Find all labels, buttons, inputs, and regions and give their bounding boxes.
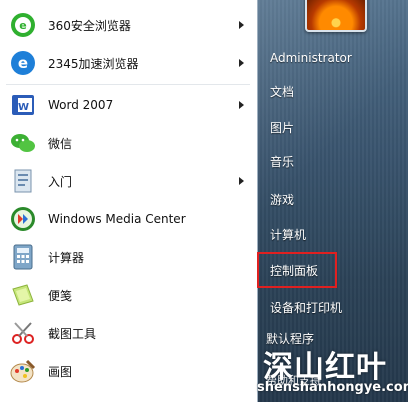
program-label: 360安全浏览器 [48, 18, 131, 33]
svg-text:e: e [19, 19, 26, 32]
places-computer[interactable]: 计算机 [266, 222, 400, 248]
program-2345-browser[interactable]: e 2345加速浏览器 [4, 45, 252, 81]
program-wechat[interactable]: 微信 [4, 125, 252, 161]
svg-text:W: W [18, 102, 29, 113]
media-center-icon [8, 204, 38, 234]
svg-text:e: e [18, 54, 28, 72]
user-avatar[interactable] [305, 0, 367, 32]
program-label: 入门 [48, 174, 73, 189]
program-getting-started[interactable]: 入门 [4, 163, 252, 199]
getting-started-icon [8, 166, 38, 196]
watermark-url: shenshanhongye.com [257, 380, 408, 395]
paint-icon [8, 356, 38, 386]
2345-browser-icon: e [8, 48, 38, 78]
start-menu-programs-pane: e 360安全浏览器 e 2345加速浏览器 W Word 2007 微信 入门 [0, 0, 258, 402]
program-label: 微信 [48, 136, 73, 151]
places-devices-and-printers[interactable]: 设备和打印机 [266, 295, 400, 321]
submenu-arrow-icon [239, 59, 244, 67]
calculator-icon [8, 242, 38, 272]
snipping-tool-icon [8, 318, 38, 348]
program-label: 计算器 [48, 250, 85, 265]
program-calculator[interactable]: 计算器 [4, 239, 252, 275]
program-paint[interactable]: 画图 [4, 353, 252, 389]
program-label: 便笺 [48, 288, 73, 303]
program-sticky-notes[interactable]: 便笺 [4, 277, 252, 313]
separator [6, 84, 250, 85]
360-browser-icon: e [8, 10, 38, 40]
program-label: Word 2007 [48, 98, 114, 112]
program-360-browser[interactable]: e 360安全浏览器 [4, 7, 252, 43]
program-label: 画图 [48, 364, 73, 379]
places-documents[interactable]: 文档 [266, 79, 400, 105]
program-snipping-tool[interactable]: 截图工具 [4, 315, 252, 351]
program-label: Windows Media Center [48, 212, 186, 226]
word-icon: W [8, 90, 38, 120]
submenu-arrow-icon [239, 21, 244, 29]
places-music[interactable]: 音乐 [266, 149, 400, 175]
submenu-arrow-icon [239, 101, 244, 109]
sticky-notes-icon [8, 280, 38, 310]
program-label: 截图工具 [48, 326, 97, 341]
program-label: 2345加速浏览器 [48, 56, 139, 71]
places-games[interactable]: 游戏 [266, 187, 400, 213]
wechat-icon [8, 128, 38, 158]
submenu-arrow-icon [239, 177, 244, 185]
program-word-2007[interactable]: W Word 2007 [4, 87, 252, 123]
places-pictures[interactable]: 图片 [266, 115, 400, 141]
user-name-link[interactable]: Administrator [266, 45, 400, 71]
watermark: 深山红叶 shenshanhongye.com [255, 340, 408, 402]
control-panel-highlight-box [257, 252, 337, 288]
program-windows-media-center[interactable]: Windows Media Center [4, 201, 252, 237]
